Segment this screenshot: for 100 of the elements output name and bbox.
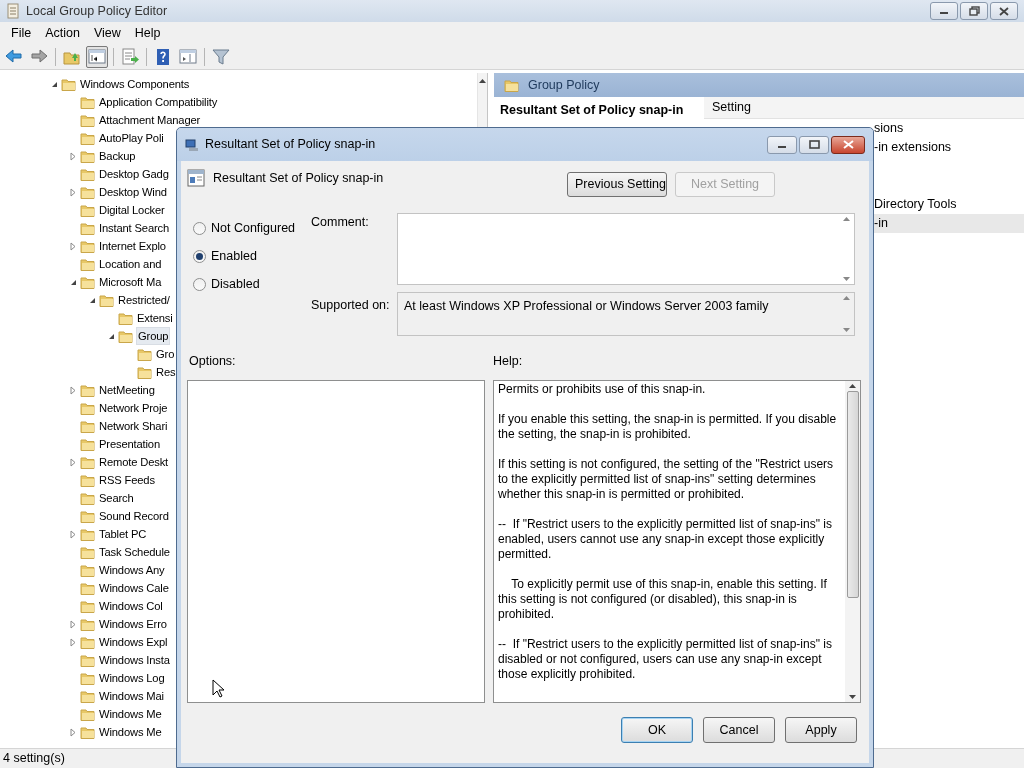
restore-button[interactable] bbox=[960, 2, 988, 20]
folder-icon bbox=[80, 454, 96, 470]
export-list-button[interactable] bbox=[119, 46, 141, 68]
tree-item[interactable]: Windows Col bbox=[98, 598, 164, 614]
policy-title: Resultant Set of Policy snap-in bbox=[499, 102, 685, 119]
collapsed-arrow-icon[interactable] bbox=[70, 187, 76, 197]
collapsed-arrow-icon[interactable] bbox=[70, 529, 76, 539]
tree-item[interactable]: Windows Insta bbox=[98, 652, 171, 668]
menu-item[interactable]: File bbox=[4, 24, 39, 43]
tree-item[interactable]: Windows Log bbox=[98, 670, 166, 686]
scroll-up-icon[interactable] bbox=[849, 384, 856, 388]
tree-item[interactable]: Application Compatibility bbox=[98, 94, 219, 110]
tree-item[interactable]: Desktop Gadg bbox=[98, 166, 170, 182]
menu-item[interactable]: View bbox=[86, 24, 128, 43]
collapsed-arrow-icon[interactable] bbox=[70, 385, 76, 395]
tree-item[interactable]: Location and bbox=[98, 256, 163, 272]
folder-icon bbox=[80, 382, 96, 398]
folder-icon bbox=[80, 652, 96, 668]
tree-item[interactable]: Restricted/ bbox=[117, 292, 171, 308]
folder-icon bbox=[504, 77, 520, 93]
tree-item[interactable]: Microsoft Ma bbox=[98, 274, 163, 290]
tree-item[interactable]: Group bbox=[136, 327, 171, 345]
radio-button[interactable] bbox=[193, 249, 206, 263]
radio-button[interactable] bbox=[193, 221, 206, 235]
tree-item[interactable]: Windows Erro bbox=[98, 616, 168, 632]
folder-icon bbox=[80, 580, 96, 596]
collapsed-arrow-icon[interactable] bbox=[70, 727, 76, 737]
dialog-button[interactable]: Apply bbox=[785, 717, 857, 743]
minimize-button[interactable] bbox=[767, 135, 797, 154]
folder-icon bbox=[80, 130, 96, 146]
tree-item[interactable]: Res bbox=[155, 364, 177, 380]
tree-item[interactable]: RSS Feeds bbox=[98, 472, 156, 488]
collapsed-arrow-icon[interactable] bbox=[70, 457, 76, 467]
tree-item[interactable]: Remote Deskt bbox=[98, 454, 170, 470]
expanded-arrow-icon[interactable] bbox=[88, 296, 96, 304]
tree-item[interactable]: Search bbox=[98, 490, 135, 506]
help-paragraph: -- If "Restrict users to the explicitly permitted list of snap-ins" is disabled or not configured, users can use any snap-in except those explicitly prohibited. bbox=[498, 637, 833, 682]
tree-item[interactable]: Windows Components bbox=[79, 76, 191, 92]
tree-item[interactable]: Windows Expl bbox=[98, 634, 169, 650]
tree-item[interactable]: Task Schedule bbox=[98, 544, 171, 560]
tree-item[interactable]: Windows Any bbox=[98, 562, 166, 578]
folder-icon bbox=[80, 526, 96, 542]
collapsed-arrow-icon[interactable] bbox=[70, 637, 76, 647]
scroll-down-icon[interactable] bbox=[849, 695, 856, 699]
tree-item[interactable]: Extensi bbox=[136, 310, 174, 326]
tree-item[interactable]: Presentation bbox=[98, 436, 161, 452]
maximize-button[interactable] bbox=[799, 135, 829, 154]
help-paragraph: -- If "Restrict users to the explicitly permitted list of snap-ins" is enabled, users cannot use any snap-in except those explicitly permitted. bbox=[498, 517, 833, 562]
filter-button[interactable] bbox=[210, 46, 232, 68]
tree-item[interactable]: Attachment Manager bbox=[98, 112, 202, 128]
tree-item[interactable]: Windows Me bbox=[98, 724, 163, 740]
tree-item[interactable]: Gro bbox=[155, 346, 176, 362]
tree-item[interactable]: Network Shari bbox=[98, 418, 169, 434]
folder-icon bbox=[80, 472, 96, 488]
menu-item[interactable]: Help bbox=[127, 24, 168, 43]
tree-item[interactable]: Windows Cale bbox=[98, 580, 170, 596]
expanded-arrow-icon[interactable] bbox=[107, 332, 115, 340]
expanded-arrow-icon[interactable] bbox=[69, 278, 77, 286]
collapsed-arrow-icon[interactable] bbox=[70, 151, 76, 161]
column-header[interactable]: Setting bbox=[704, 97, 1024, 119]
folder-icon bbox=[80, 418, 96, 434]
tree-item[interactable]: Tablet PC bbox=[98, 526, 148, 542]
folder-icon bbox=[80, 706, 96, 722]
close-button[interactable] bbox=[831, 135, 865, 154]
folder-icon bbox=[80, 256, 96, 272]
menu-item[interactable]: Action bbox=[38, 24, 87, 43]
scrollbar[interactable] bbox=[845, 381, 860, 702]
tree-item[interactable]: NetMeeting bbox=[98, 382, 156, 398]
help-paragraph: If this setting is not configured, the setting of the "Restrict users to the explicitly permitted list of snap-ins" setting determines whether this snap-in is permitted or prohibited. bbox=[498, 457, 835, 502]
supported-text: At least Windows XP Professional or Windows Server 2003 family bbox=[403, 298, 770, 315]
action-pane-icon bbox=[178, 47, 198, 67]
expanded-arrow-icon[interactable] bbox=[50, 80, 58, 88]
folder-icon bbox=[80, 148, 96, 164]
previous-setting-button[interactable]: Previous Setting bbox=[567, 172, 667, 197]
folder-icon bbox=[137, 346, 153, 362]
tree-item[interactable]: Windows Mai bbox=[98, 688, 165, 704]
tree-item[interactable]: Windows Me bbox=[98, 706, 163, 722]
tree-item[interactable]: Sound Record bbox=[98, 508, 170, 524]
radio-button[interactable] bbox=[193, 277, 206, 291]
scroll-up-icon[interactable] bbox=[479, 79, 486, 83]
folder-icon bbox=[118, 328, 134, 344]
folder-icon bbox=[80, 598, 96, 614]
tree-item[interactable]: Network Proje bbox=[98, 400, 169, 416]
tree-item[interactable]: Desktop Wind bbox=[98, 184, 168, 200]
dialog-button[interactable]: Cancel bbox=[703, 717, 775, 743]
folder-icon bbox=[80, 238, 96, 254]
tree-item[interactable]: Instant Search bbox=[98, 220, 171, 236]
comment-field[interactable] bbox=[397, 213, 855, 285]
tree-item[interactable]: Internet Explo bbox=[98, 238, 167, 254]
close-button[interactable] bbox=[990, 2, 1018, 20]
dialog-button[interactable]: OK bbox=[621, 717, 693, 743]
collapsed-arrow-icon[interactable] bbox=[70, 619, 76, 629]
tree-item[interactable]: Backup bbox=[98, 148, 137, 164]
tree-item[interactable]: AutoPlay Poli bbox=[98, 130, 165, 146]
tree-item[interactable]: Digital Locker bbox=[98, 202, 166, 218]
folder-icon bbox=[80, 634, 96, 650]
minimize-button[interactable] bbox=[930, 2, 958, 20]
collapsed-arrow-icon[interactable] bbox=[70, 241, 76, 251]
radio-label: Not Configured bbox=[211, 219, 296, 237]
console-tree-button[interactable] bbox=[86, 46, 108, 68]
